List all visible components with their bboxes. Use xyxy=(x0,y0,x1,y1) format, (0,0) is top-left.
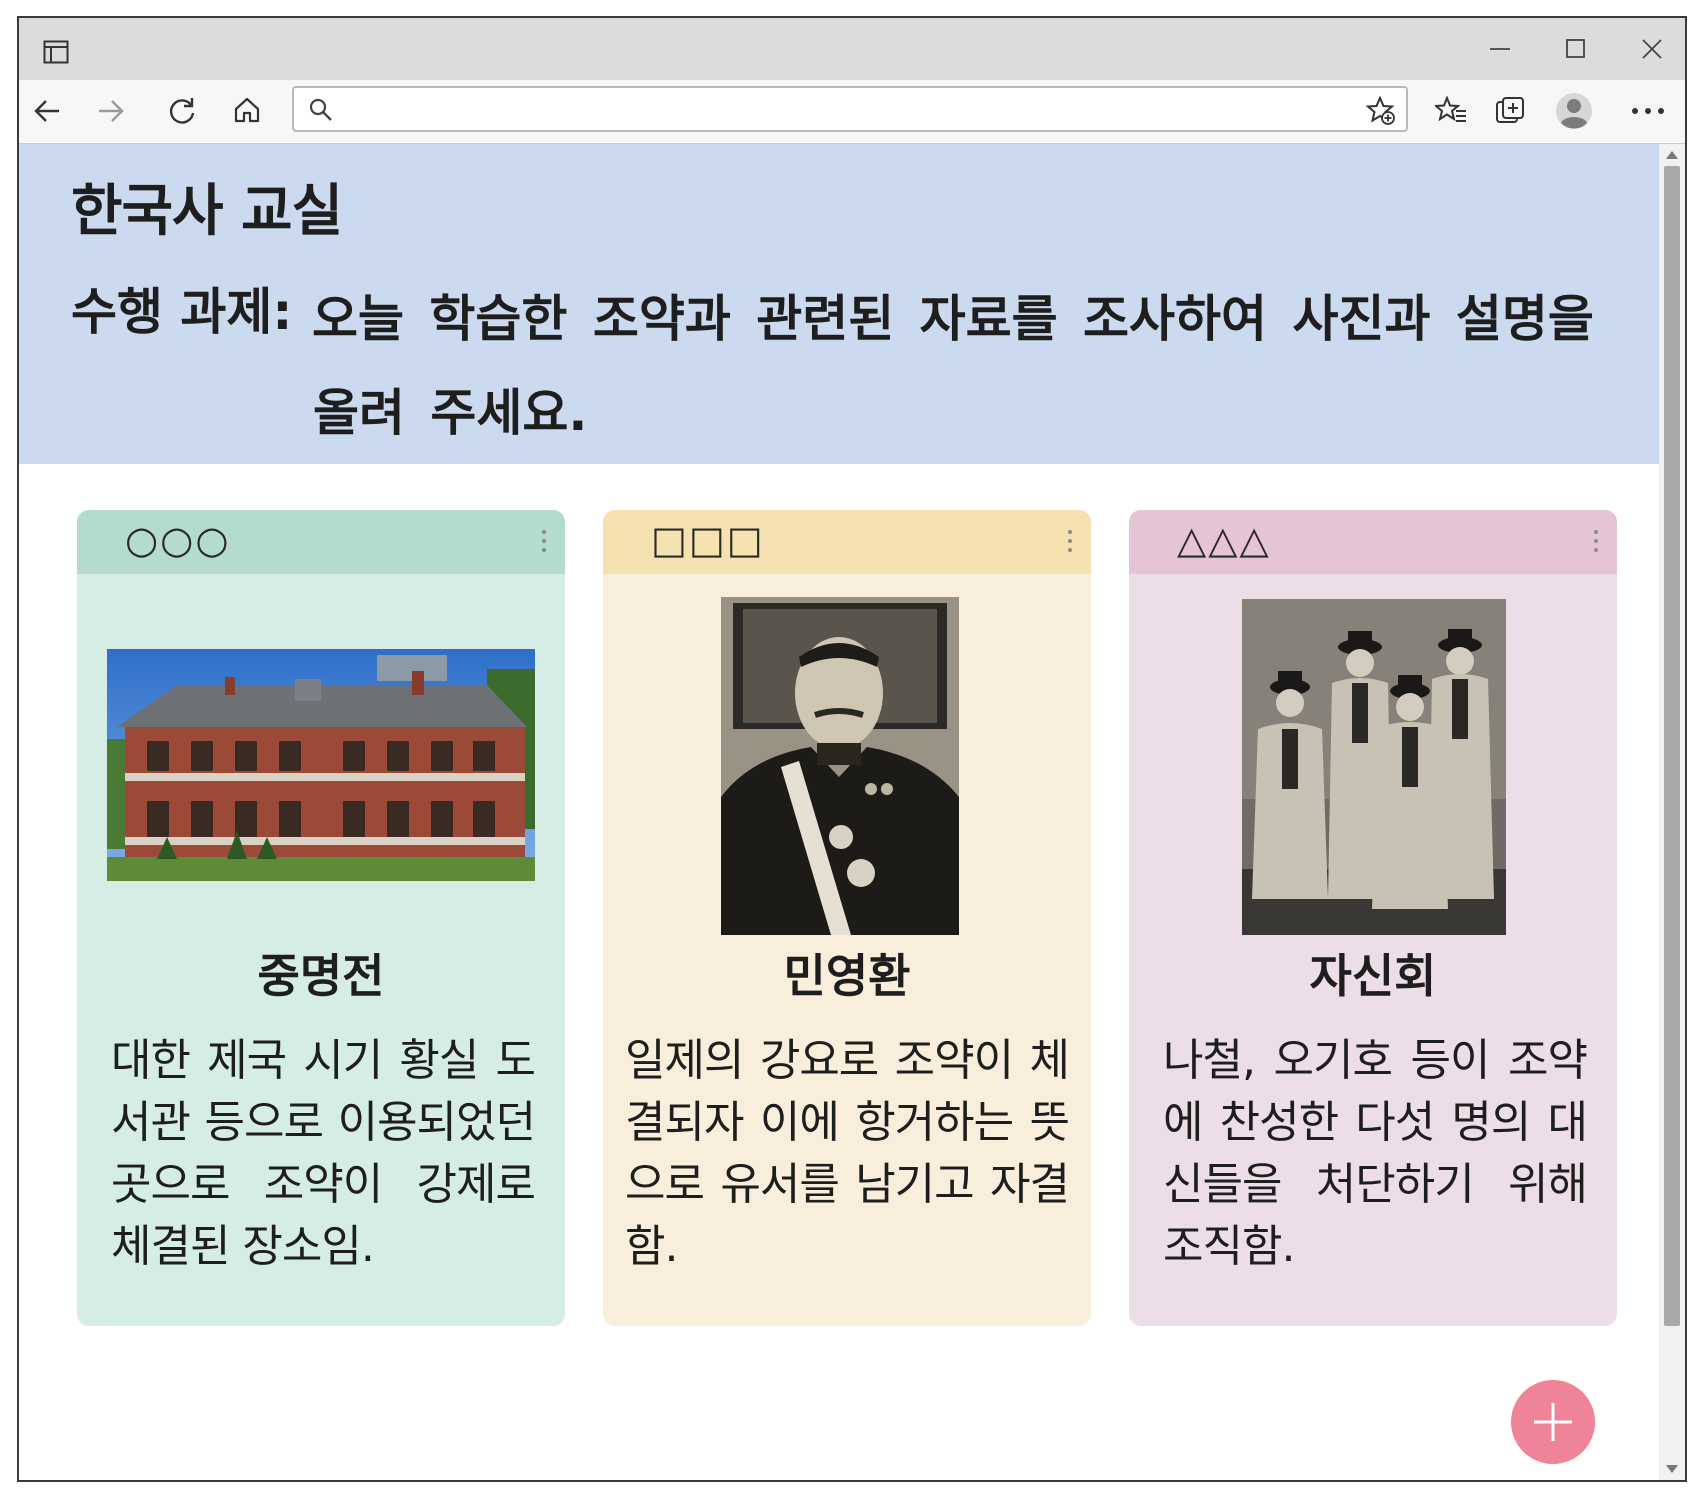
card-description: 일제의 강요로 조약이 체결되자 이에 항거하는 뜻으로 유서를 남기고 자결함… xyxy=(625,1035,1070,1272)
page-content: 한국사 교실 수행 과제: 오늘 학습한 조약과 관련된 자료를 조사하여 사진… xyxy=(19,144,1685,1480)
nav-toolbar xyxy=(19,80,1685,144)
scroll-up-icon[interactable] xyxy=(1665,150,1679,160)
kebab-menu-icon[interactable] xyxy=(1593,530,1599,556)
collections-icon[interactable] xyxy=(1495,96,1527,126)
card-author: △△△ xyxy=(1177,518,1271,562)
tab-actions-icon[interactable] xyxy=(43,40,69,64)
minimize-icon[interactable] xyxy=(1489,38,1511,60)
favorites-icon[interactable] xyxy=(1435,96,1467,126)
card-title: 자신회 xyxy=(1309,949,1437,1003)
page-title: 한국사 교실 xyxy=(71,179,343,244)
card-description: 대한 제국 시기 황실 도서관 등으로 이용되었던 곳으로 조약이 강제로 체결… xyxy=(111,1035,536,1272)
title-bar xyxy=(19,18,1685,80)
maximize-icon[interactable] xyxy=(1565,38,1587,60)
portrait-photo xyxy=(721,597,959,935)
home-icon[interactable] xyxy=(233,96,261,124)
scrollbar-thumb[interactable] xyxy=(1664,166,1680,1326)
assignment-label: 수행 과제: xyxy=(71,283,293,341)
group-photo xyxy=(1242,599,1506,935)
forward-icon[interactable] xyxy=(97,98,125,124)
assignment-text: 오늘 학습한 조약과 관련된 자료를 조사하여 사진과 설명을 올려 주세요. xyxy=(312,290,1594,442)
post-card[interactable]: △△△ 자신회 나철, 오기호 등이 조약에 찬성한 다섯 명의 대신들을 처단… xyxy=(1129,510,1617,1326)
address-bar[interactable] xyxy=(292,86,1408,132)
close-icon[interactable] xyxy=(1641,38,1663,60)
browser-window: 한국사 교실 수행 과제: 오늘 학습한 조약과 관련된 자료를 조사하여 사진… xyxy=(17,16,1687,1482)
header-banner: 한국사 교실 수행 과제: 오늘 학습한 조약과 관련된 자료를 조사하여 사진… xyxy=(19,144,1659,464)
post-card[interactable]: □□□ 민영환 일제의 강요로 조약이 체결되자 이에 항거하는 뜻으로 유서를 xyxy=(603,510,1091,1326)
card-header: △△△ xyxy=(1129,510,1617,574)
refresh-icon[interactable] xyxy=(167,96,197,126)
card-title: 중명전 xyxy=(257,949,385,1003)
profile-icon[interactable] xyxy=(1555,92,1593,130)
search-icon xyxy=(309,98,332,121)
scroll-down-icon[interactable] xyxy=(1665,1464,1679,1474)
more-icon[interactable] xyxy=(1631,106,1665,116)
card-header: ○○○ xyxy=(77,510,565,574)
card-description: 나철, 오기호 등이 조약에 찬성한 다섯 명의 대신들을 처단하기 위해 조직… xyxy=(1163,1035,1588,1272)
plus-icon xyxy=(1534,1403,1572,1441)
card-author: ○○○ xyxy=(125,518,231,562)
card-author: □□□ xyxy=(651,518,765,562)
add-favorite-icon[interactable] xyxy=(1366,96,1396,126)
add-post-button[interactable] xyxy=(1511,1380,1595,1464)
building-photo xyxy=(107,649,535,881)
back-icon[interactable] xyxy=(33,98,61,124)
kebab-menu-icon[interactable] xyxy=(1067,530,1073,556)
post-card[interactable]: ○○○ 중명전 대한 제국 시기 황실 도서관 등으로 이용되었던 곳으로 조약… xyxy=(77,510,565,1326)
card-title: 민영환 xyxy=(783,949,911,1003)
kebab-menu-icon[interactable] xyxy=(541,530,547,556)
card-header: □□□ xyxy=(603,510,1091,574)
vertical-scrollbar[interactable] xyxy=(1659,144,1685,1480)
